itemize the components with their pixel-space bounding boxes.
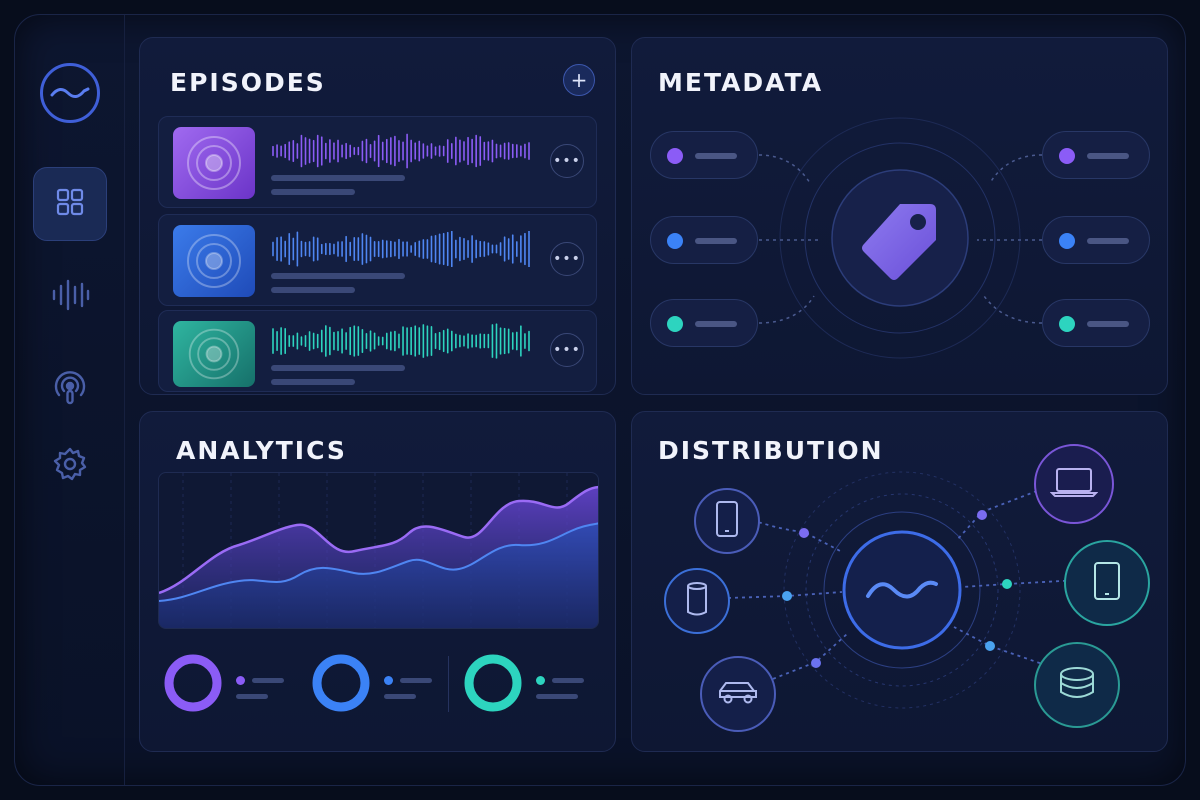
analytics-title: ANALYTICS (176, 436, 347, 465)
device-smart-speaker[interactable] (664, 568, 730, 634)
tablet-icon (1093, 561, 1121, 605)
add-episode-button[interactable]: + (563, 64, 595, 96)
legend-dot (384, 676, 393, 685)
smartphone-icon (715, 500, 739, 542)
sidebar-item-dashboard[interactable] (33, 167, 107, 241)
episode-subtitle-placeholder (271, 189, 355, 195)
plus-icon: + (570, 68, 588, 92)
tag-icon (860, 196, 940, 280)
device-smartphone[interactable] (694, 488, 760, 554)
episode-cover (173, 321, 255, 387)
sidebar (15, 15, 125, 785)
episode-title-placeholder (271, 273, 405, 279)
episode-waveform (272, 323, 530, 359)
episode-more-button[interactable]: ••• (550, 333, 584, 367)
episode-cover (173, 225, 255, 297)
device-tablet[interactable] (1064, 540, 1150, 626)
tag-dot (667, 148, 683, 164)
tag-dot (1059, 316, 1075, 332)
legend-dot (536, 676, 545, 685)
device-storage[interactable] (1034, 642, 1120, 728)
audio-waveform-icon (50, 279, 90, 315)
analytics-panel: ANALYTICS (139, 411, 616, 752)
tag-label-placeholder (1087, 153, 1129, 159)
device-laptop[interactable] (1034, 444, 1114, 524)
legend-label-placeholder (552, 678, 584, 683)
tag-dot (667, 316, 683, 332)
car-icon (716, 679, 760, 709)
episode-waveform (272, 133, 530, 169)
podcast-icon (51, 369, 89, 411)
waveform-hub-icon (862, 570, 942, 610)
waveform-logo-icon[interactable] (40, 63, 100, 123)
tag-dot (1059, 148, 1075, 164)
ellipsis-icon: ••• (553, 342, 581, 358)
legend-value-placeholder (236, 694, 268, 699)
metadata-tag[interactable] (650, 299, 758, 347)
divider (448, 656, 449, 712)
episodes-panel: EPISODES + ••• ••• ••• (139, 37, 616, 395)
legend-label-placeholder (400, 678, 432, 683)
laptop-icon (1049, 466, 1099, 502)
analytics-donut (310, 652, 440, 712)
episode-subtitle-placeholder (271, 287, 355, 293)
episode-waveform (272, 231, 530, 267)
tag-label-placeholder (695, 153, 737, 159)
metadata-tag[interactable] (650, 216, 758, 264)
app-window: EPISODES + ••• ••• ••• METADATA ANALYTIC… (14, 14, 1186, 786)
legend-value-placeholder (384, 694, 416, 699)
ellipsis-icon: ••• (553, 153, 581, 169)
episode-cover (173, 127, 255, 199)
sidebar-item-audio[interactable] (33, 260, 107, 334)
tag-label-placeholder (695, 238, 737, 244)
distribution-panel: DISTRIBUTION (631, 411, 1168, 752)
episode-row[interactable]: ••• (158, 310, 597, 392)
metadata-panel: METADATA (631, 37, 1168, 395)
analytics-donut (162, 652, 292, 712)
episode-more-button[interactable]: ••• (550, 242, 584, 276)
tag-label-placeholder (1087, 321, 1129, 327)
episode-title-placeholder (271, 365, 405, 371)
sidebar-item-podcast[interactable] (33, 353, 107, 427)
episode-more-button[interactable]: ••• (550, 144, 584, 178)
sidebar-item-settings[interactable] (33, 429, 107, 503)
metadata-tag[interactable] (650, 131, 758, 179)
episodes-title: EPISODES (170, 68, 326, 97)
tag-dot (667, 233, 683, 249)
database-icon (1057, 666, 1097, 704)
episode-title-placeholder (271, 175, 405, 181)
smart-speaker-icon (685, 581, 709, 621)
ellipsis-icon: ••• (553, 251, 581, 267)
analytics-chart (158, 472, 599, 629)
analytics-donut (462, 652, 592, 712)
grid-icon (56, 188, 84, 220)
device-car[interactable] (700, 656, 776, 732)
legend-dot (236, 676, 245, 685)
metadata-tag[interactable] (1042, 131, 1150, 179)
gear-icon (52, 446, 88, 486)
legend-value-placeholder (536, 694, 578, 699)
episode-row[interactable]: ••• (158, 116, 597, 208)
legend-label-placeholder (252, 678, 284, 683)
metadata-tag[interactable] (1042, 299, 1150, 347)
episode-row[interactable]: ••• (158, 214, 597, 306)
tag-label-placeholder (695, 321, 737, 327)
episode-subtitle-placeholder (271, 379, 355, 385)
tag-label-placeholder (1087, 238, 1129, 244)
metadata-tag[interactable] (1042, 216, 1150, 264)
tag-dot (1059, 233, 1075, 249)
